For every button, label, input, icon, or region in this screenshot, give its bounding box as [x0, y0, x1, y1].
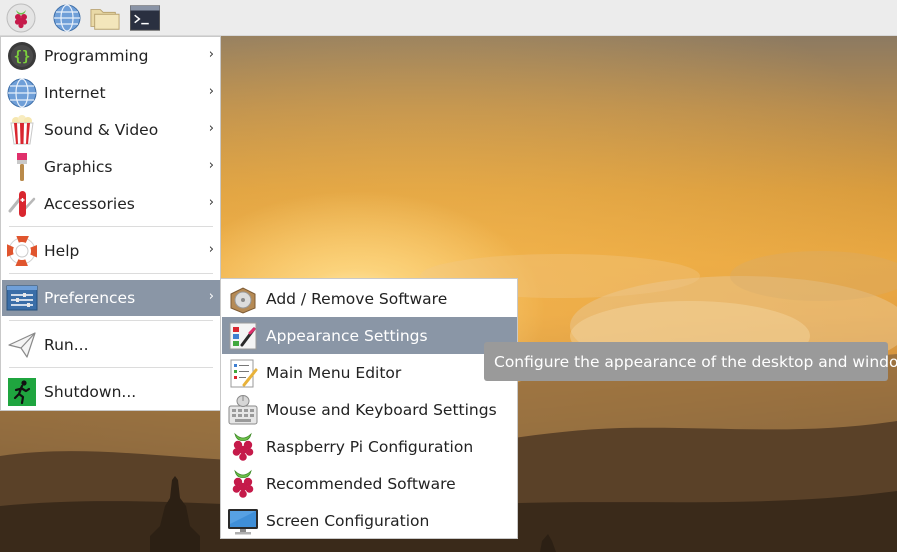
submenu-arrow-icon: › — [208, 158, 214, 173]
submenu-item-label: Screen Configuration — [266, 511, 430, 530]
raspberry-pi-menu-button[interactable] — [6, 3, 36, 33]
preferences-submenu: Add / Remove Software Appearance Setting… — [220, 278, 518, 539]
submenu-item-label: Raspberry Pi Configuration — [266, 437, 474, 456]
menu-separator — [9, 320, 213, 321]
submenu-item-add-remove-software[interactable]: Add / Remove Software — [222, 280, 517, 317]
exit-running-man-icon — [6, 376, 38, 408]
internet-globe-icon — [6, 77, 38, 109]
menu-item-label: Accessories — [44, 195, 135, 213]
submenu-arrow-icon: › — [208, 121, 214, 136]
submenu-item-label: Appearance Settings — [266, 326, 428, 345]
raspberry-icon — [227, 431, 259, 463]
main-menu: {} Programming › Internet › Sound & Vide… — [0, 36, 221, 411]
submenu-item-appearance-settings[interactable]: Appearance Settings — [222, 317, 517, 354]
menu-editor-icon — [227, 357, 259, 389]
menu-item-sound-video[interactable]: Sound & Video › — [2, 112, 220, 148]
paintbrush-icon — [6, 151, 38, 183]
menu-item-label: Run... — [44, 336, 89, 354]
terminal-button[interactable] — [130, 3, 160, 33]
menu-item-programming[interactable]: {} Programming › — [2, 38, 220, 74]
lifebuoy-icon — [6, 235, 38, 267]
file-manager-icon — [90, 9, 120, 30]
submenu-item-recommended-software[interactable]: Recommended Software — [222, 465, 517, 502]
submenu-arrow-icon: › — [208, 195, 214, 210]
menu-item-graphics[interactable]: Graphics › — [2, 149, 220, 185]
menu-item-preferences[interactable]: Preferences › — [2, 280, 220, 316]
submenu-arrow-icon: › — [208, 242, 214, 257]
submenu-item-label: Main Menu Editor — [266, 363, 402, 382]
submenu-arrow-icon: › — [208, 47, 214, 62]
menu-item-label: Graphics — [44, 158, 113, 176]
menu-separator — [9, 226, 213, 227]
popcorn-icon — [6, 114, 38, 146]
submenu-item-label: Recommended Software — [266, 474, 456, 493]
preferences-sliders-icon — [6, 282, 38, 314]
menu-item-label: Shutdown... — [44, 383, 137, 401]
mouse-keyboard-icon — [227, 394, 259, 426]
svg-text:{}: {} — [14, 49, 31, 65]
submenu-item-label: Mouse and Keyboard Settings — [266, 400, 497, 419]
menu-item-help[interactable]: Help › — [2, 233, 220, 269]
menu-separator — [9, 367, 213, 368]
terminal-icon — [130, 5, 160, 31]
appearance-palette-icon — [227, 320, 259, 352]
submenu-arrow-icon: › — [208, 84, 214, 99]
menu-item-label: Programming — [44, 47, 149, 65]
raspberry-icon — [227, 468, 259, 500]
menu-item-run[interactable]: Run... — [2, 327, 220, 363]
web-browser-button[interactable] — [52, 3, 82, 33]
submenu-item-label: Add / Remove Software — [266, 289, 448, 308]
web-browser-icon — [53, 4, 81, 32]
pocket-knife-icon — [6, 188, 38, 220]
menu-item-label: Sound & Video — [44, 121, 159, 139]
menu-item-label: Help — [44, 242, 80, 260]
programming-icon: {} — [6, 40, 38, 72]
menu-item-accessories[interactable]: Accessories › — [2, 186, 220, 222]
submenu-arrow-icon: › — [208, 289, 214, 304]
monitor-icon — [227, 505, 259, 537]
software-package-icon — [227, 283, 259, 315]
file-manager-button[interactable] — [90, 3, 120, 33]
top-panel — [0, 0, 897, 36]
menu-item-shutdown[interactable]: Shutdown... — [2, 374, 220, 410]
submenu-item-mouse-keyboard-settings[interactable]: Mouse and Keyboard Settings — [222, 391, 517, 428]
menu-item-internet[interactable]: Internet › — [2, 75, 220, 111]
tooltip-text: Configure the appearance of the desktop … — [494, 352, 897, 371]
menu-separator — [9, 273, 213, 274]
menu-item-label: Internet — [44, 84, 106, 102]
submenu-item-raspberry-pi-configuration[interactable]: Raspberry Pi Configuration — [222, 428, 517, 465]
paper-plane-icon — [6, 329, 38, 361]
tooltip: Configure the appearance of the desktop … — [484, 342, 897, 381]
submenu-item-screen-configuration[interactable]: Screen Configuration — [222, 502, 517, 539]
menu-item-label: Preferences — [44, 289, 136, 307]
raspberry-pi-menu-icon — [6, 3, 36, 33]
submenu-item-main-menu-editor[interactable]: Main Menu Editor — [222, 354, 517, 391]
